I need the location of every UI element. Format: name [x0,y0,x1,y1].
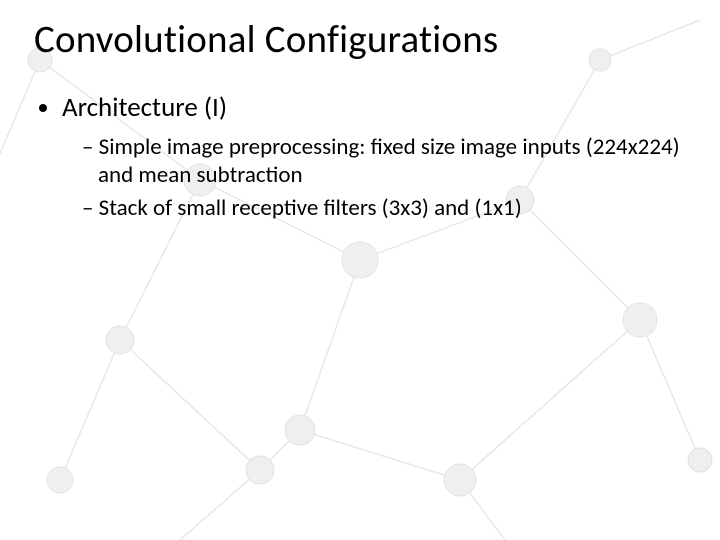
bullet-architecture-label: Architecture (I) [62,91,227,124]
slide-content: Convolutional Configurations Architectur… [0,0,720,540]
sub-bullet-list: Simple image preprocessing: fixed size i… [62,133,686,223]
slide-title: Convolutional Configurations [34,18,686,63]
bullet-list: Architecture (I) Simple image preprocess… [34,91,686,223]
bullet-architecture: Architecture (I) Simple image preprocess… [62,91,686,223]
sub-bullet-filters: Stack of small receptive filters (3x3) a… [82,194,686,223]
sub-bullet-preprocessing: Simple image preprocessing: fixed size i… [82,133,686,191]
